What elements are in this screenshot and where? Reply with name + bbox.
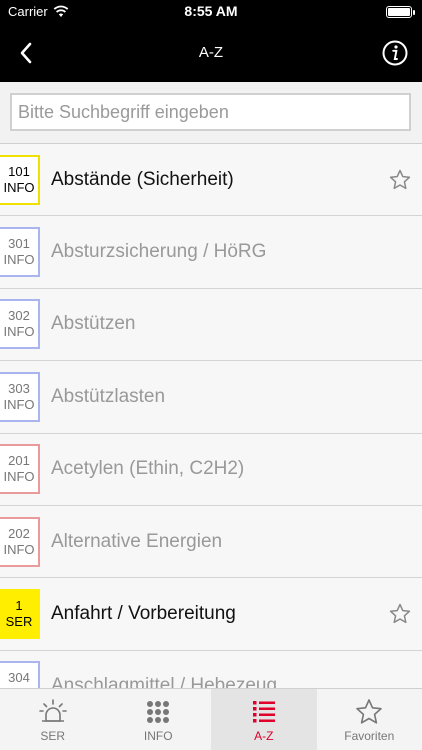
list-item-label: Acetylen (Ethin, C2H2) <box>51 458 245 480</box>
battery-icon <box>386 6 415 18</box>
tab-a-z[interactable]: A-Z <box>211 689 317 750</box>
tab-label: A-Z <box>254 729 274 743</box>
badge-type: SER <box>5 614 33 630</box>
list-item[interactable]: 301 INFO Absturzsicherung / HöRG <box>0 216 422 289</box>
star-icon <box>356 699 383 724</box>
badge-number: 303 <box>8 380 30 396</box>
list-item-label: Anschlagmittel / Hebezeug <box>51 675 278 688</box>
list-item-label: Abstände (Sicherheit) <box>51 168 234 190</box>
favorite-star-icon[interactable] <box>388 602 412 626</box>
badge-number: 301 <box>8 236 30 252</box>
badge-type: INFO <box>3 396 35 412</box>
siren-icon <box>38 699 67 722</box>
badge-type: INFO <box>3 252 35 268</box>
tab-label: INFO <box>143 729 173 743</box>
list-item-label: Absturzsicherung / HöRG <box>51 241 267 263</box>
badge-type: INFO <box>3 469 35 485</box>
category-badge: 304 INFO <box>0 661 40 688</box>
badge-number: 302 <box>8 308 30 324</box>
info-circle-icon[interactable] <box>380 38 410 68</box>
tab-label: Favoriten <box>344 729 395 743</box>
category-badge: 201 INFO <box>0 444 40 495</box>
tab-ser[interactable]: SER <box>0 689 106 750</box>
list-item[interactable]: 302 INFO Abstützen <box>0 288 422 362</box>
tab-label: SER <box>40 729 66 743</box>
badge-number: 201 <box>8 453 30 469</box>
list-item[interactable]: 201 INFO Acetylen (Ethin, C2H2) <box>0 433 422 506</box>
status-time: 8:55 AM <box>184 3 238 19</box>
category-badge: 301 INFO <box>0 227 40 278</box>
navigation-bar: A-Z <box>0 24 422 82</box>
category-badge: 302 INFO <box>0 299 40 350</box>
list-item[interactable]: 202 INFO Alternative Energien <box>0 505 422 579</box>
status-bar: Carrier 8:55 AM <box>0 0 422 24</box>
category-badge: 303 INFO <box>0 371 40 422</box>
grid-icon <box>147 701 170 723</box>
badge-type: INFO <box>3 324 35 340</box>
category-badge: 101 INFO <box>0 154 40 205</box>
tab-info[interactable]: INFO <box>106 689 212 750</box>
a-z-list: 101 INFO Abstände (Sicherheit) 301 INFO … <box>0 144 422 688</box>
category-badge: 1 SER <box>0 589 40 640</box>
badge-type: INFO <box>3 541 35 557</box>
badge-number: 202 <box>8 525 30 541</box>
tab-bar: SER INFO A-Z Favoriten <box>0 688 422 750</box>
tab-favoriten[interactable]: Favoriten <box>317 689 422 750</box>
list-item[interactable]: 303 INFO Abstützlasten <box>0 361 422 434</box>
list-item-label: Alternative Energien <box>51 530 223 552</box>
category-badge: 202 INFO <box>0 516 40 567</box>
list-item[interactable]: 1 SER Anfahrt / Vorbereitung <box>0 578 422 651</box>
list-item-label: Anfahrt / Vorbereitung <box>51 603 236 625</box>
list-item-label: Abstützlasten <box>51 385 166 407</box>
list-item[interactable]: 101 INFO Abstände (Sicherheit) <box>0 144 422 217</box>
badge-number: 1 <box>15 598 23 614</box>
badge-number: 304 <box>8 670 30 686</box>
list-item[interactable]: 304 INFO Anschlagmittel / Hebezeug <box>0 650 422 688</box>
favorite-star-icon[interactable] <box>388 168 412 192</box>
list-item-label: Abstützen <box>51 313 136 335</box>
search-bar <box>0 82 422 144</box>
page-title: A-Z <box>198 44 224 61</box>
badge-number: 101 <box>8 163 30 179</box>
badge-type: INFO <box>3 179 35 195</box>
list-icon <box>252 701 275 723</box>
search-input[interactable] <box>10 93 411 131</box>
